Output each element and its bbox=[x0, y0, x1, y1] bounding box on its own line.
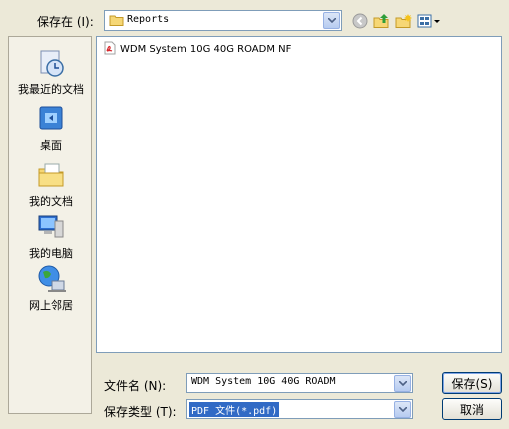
views-menu-icon[interactable] bbox=[416, 11, 442, 31]
place-desktop[interactable]: 桌面 bbox=[9, 103, 93, 153]
chevron-down-icon[interactable] bbox=[394, 375, 411, 392]
my-documents-icon bbox=[35, 159, 67, 191]
filename-field[interactable]: WDM System 10G 40G ROADM bbox=[186, 373, 413, 393]
filename-label: 文件名 (N): bbox=[104, 379, 167, 393]
save-in-dropdown[interactable]: Reports bbox=[104, 10, 342, 31]
pdf-file-icon bbox=[103, 41, 117, 58]
save-in-label: 保存在 (I): bbox=[37, 15, 94, 29]
place-network[interactable]: 网上邻居 bbox=[9, 263, 93, 313]
place-label: 我最近的文档 bbox=[18, 83, 84, 96]
place-label: 我的文档 bbox=[29, 195, 73, 208]
cancel-button[interactable]: 取消 bbox=[442, 398, 502, 420]
recent-documents-icon bbox=[35, 47, 67, 79]
folder-icon bbox=[109, 14, 124, 29]
filetype-value: PDF 文件(*.pdf) bbox=[189, 402, 280, 417]
chevron-down-icon[interactable] bbox=[394, 401, 411, 418]
current-folder-name: Reports bbox=[127, 14, 170, 25]
file-name: WDM System 10G 40G ROADM NF bbox=[120, 44, 292, 55]
up-folder-icon[interactable] bbox=[372, 11, 392, 31]
places-bar: 我最近的文档 桌面 我的文档 我的电脑 网上邻居 bbox=[8, 36, 92, 414]
my-computer-icon bbox=[35, 211, 67, 243]
new-folder-icon[interactable] bbox=[394, 11, 414, 31]
save-button[interactable]: 保存(S) bbox=[442, 372, 502, 394]
chevron-down-icon[interactable] bbox=[323, 12, 340, 29]
place-label: 我的电脑 bbox=[29, 247, 73, 260]
filetype-label: 保存类型 (T): bbox=[104, 405, 177, 419]
network-places-icon bbox=[35, 263, 67, 295]
desktop-icon bbox=[35, 103, 67, 135]
back-icon[interactable] bbox=[350, 11, 370, 31]
place-label: 网上邻居 bbox=[29, 299, 73, 312]
place-label: 桌面 bbox=[40, 139, 62, 152]
place-recent-documents[interactable]: 我最近的文档 bbox=[9, 47, 93, 97]
list-item[interactable]: WDM System 10G 40G ROADM NF bbox=[103, 41, 291, 58]
file-list[interactable]: WDM System 10G 40G ROADM NF bbox=[96, 36, 502, 353]
filename-value: WDM System 10G 40G ROADM bbox=[191, 376, 336, 387]
place-my-computer[interactable]: 我的电脑 bbox=[9, 211, 93, 261]
filetype-select[interactable]: PDF 文件(*.pdf) bbox=[186, 399, 413, 419]
place-my-documents[interactable]: 我的文档 bbox=[9, 159, 93, 209]
